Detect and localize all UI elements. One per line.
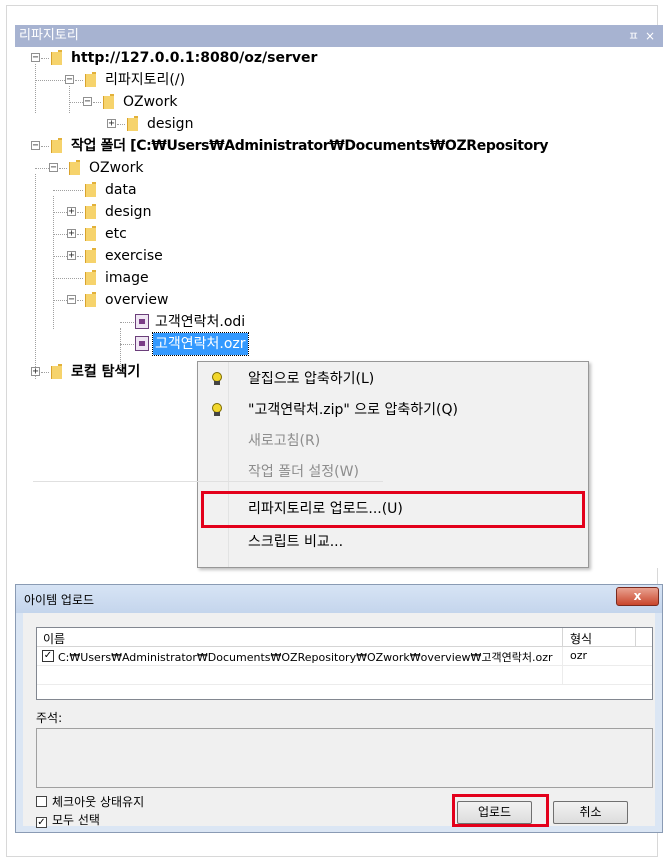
folder-icon	[51, 50, 66, 65]
tree-item-work-folder[interactable]: − 작업 폴더 [C:₩Users₩Administrator₩Document…	[15, 135, 663, 157]
highlight-box-upload-button	[452, 794, 549, 827]
folder-icon	[85, 248, 100, 263]
folder-icon	[85, 226, 100, 241]
tree-item-label: exercise	[105, 248, 163, 264]
menu-item-label: 새로고침(R)	[248, 433, 321, 449]
tree-item-label: etc	[105, 226, 127, 242]
folder-icon	[51, 364, 66, 379]
oz-file-icon	[135, 314, 149, 329]
tree-item-label: design	[147, 116, 194, 132]
checkbox-box: ✓	[36, 817, 47, 828]
tree-item-ozwork-local[interactable]: − OZwork	[15, 157, 615, 179]
checkbox-label: 모두 선택	[52, 813, 100, 827]
oz-file-icon	[135, 336, 149, 351]
folder-icon	[85, 182, 100, 197]
menu-item-alzip-compress[interactable]: 알집으로 압축하기(L)	[200, 364, 586, 394]
folder-icon	[85, 292, 100, 307]
table-row[interactable]: ✓ C:₩Users₩Administrator₩Documents₩OZRep…	[37, 647, 652, 666]
collapse-icon[interactable]: −	[83, 97, 92, 107]
expand-icon[interactable]: +	[67, 251, 76, 261]
tree-item-image[interactable]: image	[15, 267, 615, 289]
tree-item-server[interactable]: − http://127.0.0.1:8080/oz/server	[15, 47, 615, 69]
menu-item-compare-script[interactable]: 스크립트 비교...	[200, 527, 586, 557]
menu-item-label: 스크립트 비교...	[248, 534, 344, 550]
tree-item-ozwork-remote[interactable]: − OZwork	[15, 91, 615, 113]
file-format: ozr	[570, 649, 588, 662]
tree-item-odi-file[interactable]: 고객연락처.odi	[15, 311, 615, 333]
checkbox-box	[36, 796, 47, 807]
file-path: C:₩Users₩Administrator₩Documents₩OZRepos…	[58, 651, 553, 664]
upload-item-dialog: 아이템 업로드 x 이름 형식 ✓ C:₩Users₩Administrator…	[15, 584, 663, 833]
checkbox-label: 체크아웃 상태유지	[52, 795, 145, 809]
upload-file-list: 이름 형식 ✓ C:₩Users₩Administrator₩Documents…	[36, 627, 653, 700]
tree-item-label: OZwork	[123, 94, 178, 110]
panel-title-bar: 리파지토리 ㅍ ×	[15, 25, 663, 47]
expand-icon[interactable]: +	[107, 119, 116, 129]
tree-item-etc[interactable]: + etc	[15, 223, 615, 245]
tree-item-label: data	[105, 182, 137, 198]
keep-checkout-checkbox[interactable]: 체크아웃 상태유지	[36, 793, 144, 810]
tree-item-overview[interactable]: − overview	[15, 289, 615, 311]
panel-title: 리파지토리	[19, 28, 79, 43]
menu-item-set-work-folder[interactable]: 작업 폴더 설정(W)	[200, 457, 586, 487]
dialog-body: 이름 형식 ✓ C:₩Users₩Administrator₩Documents…	[23, 613, 655, 828]
menu-item-compress-zip[interactable]: "고객연락처.zip" 으로 압축하기(Q)	[200, 395, 586, 425]
folder-icon	[85, 204, 100, 219]
note-field[interactable]	[36, 728, 653, 788]
tree-item-label: OZwork	[89, 160, 144, 176]
alzip-icon	[212, 403, 222, 416]
tree-item-ozr-file[interactable]: 고객연락처.ozr	[15, 332, 615, 356]
menu-item-label: 작업 폴더 설정(W)	[248, 464, 359, 480]
close-icon[interactable]: ×	[645, 25, 655, 47]
folder-icon	[51, 138, 66, 153]
expand-icon[interactable]: +	[67, 229, 76, 239]
menu-separator	[33, 481, 383, 482]
dialog-title-bar: 아이템 업로드 x	[16, 585, 662, 613]
collapse-icon[interactable]: −	[49, 163, 58, 173]
tree-item-label: 로컬 탐색기	[71, 364, 141, 380]
folder-icon	[85, 270, 100, 285]
tree-item-label: 고객연락처.ozr	[152, 332, 249, 356]
folder-icon	[69, 160, 84, 175]
menu-item-refresh[interactable]: 새로고침(R)	[200, 426, 586, 456]
folder-icon	[127, 116, 142, 131]
cancel-button[interactable]: 취소	[553, 801, 628, 824]
expand-icon[interactable]: +	[67, 207, 76, 217]
column-header-name[interactable]: 이름	[43, 630, 65, 647]
context-menu: 알집으로 압축하기(L) "고객연락처.zip" 으로 압축하기(Q) 새로고침…	[197, 361, 589, 568]
folder-icon	[85, 72, 100, 87]
tree-item-design-remote[interactable]: + design	[15, 113, 615, 135]
table-row-empty	[37, 666, 652, 685]
tree-item-exercise[interactable]: + exercise	[15, 245, 615, 267]
menu-item-label: "고객연락처.zip" 으로 압축하기(Q)	[248, 402, 458, 418]
collapse-icon[interactable]: −	[31, 141, 40, 151]
collapse-icon[interactable]: −	[65, 75, 74, 85]
tree-item-data[interactable]: data	[15, 179, 615, 201]
list-header: 이름 형식	[37, 628, 652, 647]
tree-item-repository-root[interactable]: − 리파지토리(/)	[15, 69, 615, 91]
alzip-icon	[212, 372, 222, 385]
tree-item-label: 리파지토리(/)	[105, 72, 186, 88]
expand-icon[interactable]: +	[31, 367, 40, 377]
select-all-checkbox[interactable]: ✓ 모두 선택	[36, 811, 100, 828]
row-checkbox[interactable]: ✓	[42, 650, 54, 662]
tree-item-label: http://127.0.0.1:8080/oz/server	[71, 50, 318, 66]
tree-item-label: 고객연락처.odi	[155, 314, 246, 330]
menu-item-label: 알집으로 압축하기(L)	[248, 371, 375, 387]
tree-item-label: design	[105, 204, 152, 220]
note-label: 주석:	[36, 711, 63, 725]
tree-item-design[interactable]: + design	[15, 201, 615, 223]
collapse-icon[interactable]: −	[67, 295, 76, 305]
column-header-format[interactable]: 형식	[570, 630, 592, 647]
folder-icon	[103, 94, 118, 109]
tree-item-label: 작업 폴더 [C:₩Users₩Administrator₩Documents₩…	[71, 138, 549, 154]
collapse-icon[interactable]: −	[31, 53, 40, 63]
tree-item-label: overview	[105, 292, 169, 308]
dialog-title: 아이템 업로드	[24, 593, 95, 607]
pin-icon[interactable]: ㅍ	[628, 25, 639, 47]
highlight-box-upload-menu	[201, 491, 585, 528]
tree-item-label: image	[105, 270, 149, 286]
close-icon[interactable]: x	[616, 587, 659, 606]
